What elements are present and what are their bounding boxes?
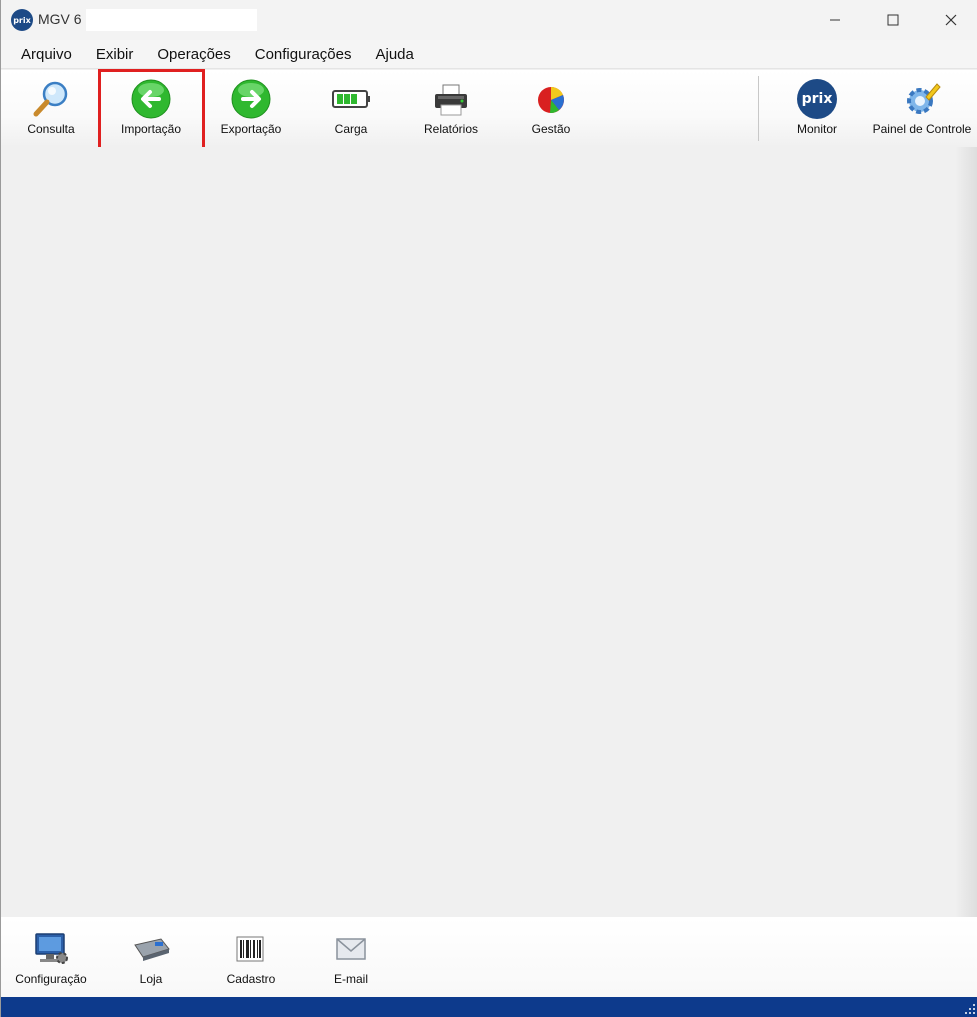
relatorios-label: Relatórios	[423, 122, 479, 136]
prix-logo-icon: prix	[11, 9, 33, 31]
barcode-icon	[231, 931, 271, 967]
toolbar-separator	[758, 76, 759, 141]
resize-grip-icon[interactable]	[964, 1003, 976, 1015]
painel-controle-label: Painel de Controle	[872, 122, 972, 136]
prix-monitor-icon: prix	[797, 79, 837, 119]
carga-label: Carga	[334, 122, 368, 136]
maximize-button[interactable]	[866, 0, 920, 40]
gear-pencil-icon	[902, 79, 942, 119]
relatorios-button[interactable]: Relatórios	[416, 70, 486, 147]
gestao-label: Gestão	[531, 122, 571, 136]
battery-icon	[331, 79, 371, 119]
computer-settings-icon	[31, 931, 71, 967]
configuracao-label: Configuração	[15, 972, 87, 986]
exportacao-label: Exportação	[220, 122, 282, 136]
workspace-area	[1, 147, 977, 917]
painel-controle-button[interactable]: Painel de Controle	[867, 70, 977, 147]
status-bar	[1, 997, 977, 1017]
cadastro-label: Cadastro	[226, 972, 276, 986]
app-window: prix MGV 6 Arquivo Exibir Operações Conf…	[0, 0, 977, 1017]
scale-icon	[131, 931, 171, 967]
menu-ajuda[interactable]: Ajuda	[363, 40, 425, 69]
menu-exibir[interactable]: Exibir	[84, 40, 146, 69]
arrow-right-icon	[231, 79, 271, 119]
window-title: MGV 6	[38, 11, 82, 27]
exportacao-button[interactable]: Exportação	[211, 70, 291, 147]
title-bar[interactable]: prix MGV 6	[1, 0, 977, 40]
consulta-label: Consulta	[27, 122, 75, 136]
printer-icon	[431, 79, 471, 119]
monitor-button[interactable]: prix Monitor	[787, 70, 847, 147]
menu-arquivo[interactable]: Arquivo	[9, 40, 84, 69]
menu-configuracoes[interactable]: Configurações	[243, 40, 364, 69]
bottom-toolbar: Configuração Loja Cadastro E-mail	[1, 917, 977, 997]
maximize-icon	[887, 14, 899, 26]
minimize-button[interactable]	[808, 0, 862, 40]
menu-operacoes[interactable]: Operações	[145, 40, 242, 69]
gestao-button[interactable]: Gestão	[521, 70, 581, 147]
configuracao-button[interactable]: Configuração	[11, 917, 91, 997]
loja-button[interactable]: Loja	[121, 917, 181, 997]
close-icon	[945, 14, 957, 26]
monitor-label: Monitor	[796, 122, 837, 136]
carga-button[interactable]: Carga	[321, 70, 381, 147]
consulta-button[interactable]: Consulta	[21, 70, 81, 147]
email-label: E-mail	[333, 972, 368, 986]
email-button[interactable]: E-mail	[321, 917, 381, 997]
minimize-icon	[830, 19, 840, 21]
pie-chart-icon	[531, 79, 571, 119]
cadastro-button[interactable]: Cadastro	[216, 917, 286, 997]
right-edge-shadow	[955, 147, 977, 917]
close-button[interactable]	[924, 0, 977, 40]
magnifier-icon	[31, 79, 71, 119]
menu-bar: Arquivo Exibir Operações Configurações A…	[1, 40, 977, 69]
title-redacted-area	[86, 9, 257, 31]
loja-label: Loja	[139, 972, 163, 986]
prix-monitor-logo: prix	[797, 79, 837, 119]
envelope-icon	[331, 931, 371, 967]
